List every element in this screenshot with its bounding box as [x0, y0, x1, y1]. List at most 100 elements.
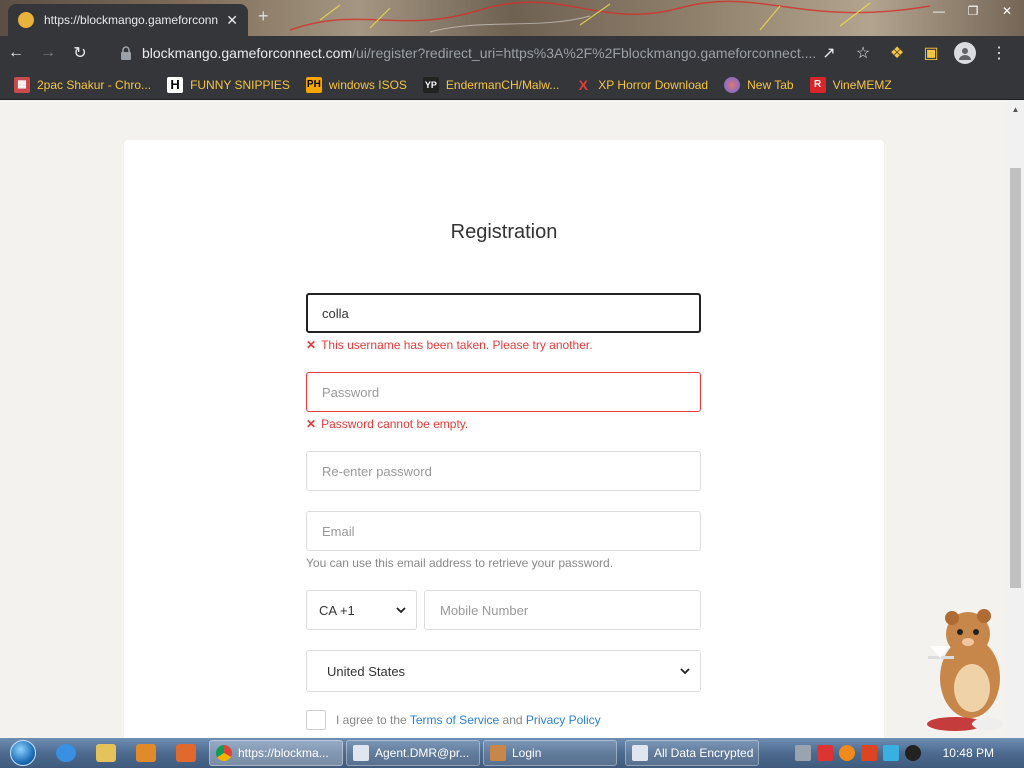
browser-tab[interactable]: https://blockmango.gameforconnect ✕ [8, 4, 248, 36]
bookmark-label: VineMEMZ [832, 77, 892, 92]
app-icon [176, 744, 196, 762]
network-icon[interactable] [794, 745, 811, 761]
start-button[interactable] [0, 738, 46, 768]
clock[interactable]: 10:48 PM [943, 746, 994, 760]
window-icon [353, 745, 369, 761]
reenter-password-input[interactable] [306, 451, 701, 491]
url-path: /ui/register?redirect_uri=https%3A%2F%2F… [352, 45, 817, 61]
country-select[interactable]: United States [306, 650, 701, 692]
bookmark-vinememz[interactable]: R VineMEMZ [809, 76, 892, 93]
search-app-icon[interactable] [838, 745, 855, 761]
error-x-icon: ✕ [306, 417, 317, 431]
url-host: blockmango.gameforconnect.com [142, 45, 353, 61]
agree-prefix: I agree to the [336, 713, 407, 727]
scroll-thumb[interactable] [1010, 168, 1021, 588]
terms-of-service-link[interactable]: Terms of Service [410, 713, 499, 727]
bookmark-label: 2pac Shakur - Chro... [37, 77, 152, 92]
country-code-value: CA +1 [319, 602, 355, 618]
bookmark-2pac[interactable]: ▦ 2pac Shakur - Chro... [14, 76, 152, 93]
password-error-text: Password cannot be empty. [321, 417, 469, 431]
yp-logo-icon: YP [422, 76, 439, 93]
email-hint: You can use this email address to retrie… [306, 556, 614, 570]
menu-kebab-icon[interactable]: ⋮ [984, 37, 1014, 69]
reload-icon[interactable]: ↻ [64, 37, 96, 69]
task-encrypted[interactable]: All Data Encrypted [625, 740, 759, 766]
windows-logo-icon [10, 740, 36, 766]
page-title: Registration [450, 221, 558, 243]
bookmark-new-tab[interactable]: New Tab [724, 76, 794, 93]
system-tray: 10:48 PM [794, 738, 1024, 768]
hamster-mascot-icon [927, 609, 1004, 731]
agree-and: and [502, 713, 523, 727]
task-label: All Data Encrypted [654, 746, 754, 760]
window-icon [632, 745, 648, 761]
internet-explorer-icon [56, 744, 76, 762]
page-viewport: Registration ✕ This username has been ta… [0, 101, 1024, 738]
task-login[interactable]: Login [483, 740, 617, 766]
new-tab-button[interactable]: + [258, 6, 269, 27]
bookmark-label: EndermanCH/Malw... [445, 77, 560, 92]
media-player-icon [136, 744, 156, 762]
close-window-icon[interactable]: ✕ [990, 0, 1024, 22]
bookmark-funny-snippies[interactable]: H FUNNY SNIPPIES [167, 76, 290, 93]
username-input[interactable] [306, 293, 701, 333]
url-text: blockmango.gameforconnect.com/ui/registe… [142, 45, 816, 61]
error-x-icon: ✕ [306, 338, 317, 352]
profile-button[interactable] [950, 37, 980, 69]
minimize-icon[interactable]: — [922, 0, 956, 22]
chrome-icon [216, 745, 232, 761]
bookmark-label: XP Horror Download [598, 77, 709, 92]
flag-icon[interactable] [860, 745, 877, 761]
bookmark-label: New Tab [747, 77, 794, 92]
pinned-ie[interactable] [46, 738, 86, 768]
window-controls: — ❐ ✕ [922, 0, 1024, 22]
address-bar[interactable]: blockmango.gameforconnect.com/ui/registe… [108, 39, 823, 67]
back-arrow-icon[interactable]: ← [0, 37, 32, 69]
username-error-text: This username has been taken. Please try… [321, 338, 593, 352]
registration-card: Registration ✕ This username has been ta… [124, 140, 884, 738]
theme-artwork [289, 0, 931, 33]
bookmark-label: FUNNY SNIPPIES [190, 77, 290, 92]
task-chrome[interactable]: https://blockma... [209, 740, 343, 766]
task-label: Agent.DMR@pr... [375, 746, 470, 760]
pinned-media[interactable] [126, 738, 166, 768]
lock-icon [121, 46, 131, 60]
password-input[interactable] [306, 372, 701, 412]
bookmark-endermanch[interactable]: YP EndermanCH/Malw... [422, 76, 560, 93]
page-scrollbar[interactable]: ▲ [1007, 101, 1024, 738]
bookmark-xp-horror[interactable]: X XP Horror Download [575, 77, 709, 93]
v-app-icon[interactable] [816, 745, 833, 761]
display-icon[interactable] [882, 745, 899, 761]
privacy-policy-link[interactable]: Privacy Policy [526, 713, 601, 727]
task-agent[interactable]: Agent.DMR@pr... [346, 740, 480, 766]
speaker-icon[interactable] [904, 745, 921, 761]
email-input[interactable] [306, 511, 701, 551]
forward-arrow-icon[interactable]: → [32, 37, 64, 69]
r-logo-icon: R [809, 76, 826, 93]
windows-taskbar: https://blockma... Agent.DMR@pr... Login… [0, 738, 1024, 768]
share-icon[interactable]: ↗ [814, 37, 844, 69]
side-panel-icon[interactable]: ▣ [916, 37, 946, 69]
browser-toolbar: ← → ↻ blockmango.gameforconnect.com/ui/r… [0, 36, 1024, 70]
pinned-explorer[interactable] [86, 738, 126, 768]
folder-icon [96, 744, 116, 762]
mobile-number-input[interactable] [424, 590, 701, 630]
bookmark-label: windows ISOS [328, 77, 407, 92]
tab-close-icon[interactable]: ✕ [226, 12, 238, 29]
bookmark-windows-isos[interactable]: PH windows ISOS [305, 76, 407, 93]
restore-icon[interactable]: ❐ [956, 0, 990, 22]
tab-title: https://blockmango.gameforconnect [44, 13, 219, 27]
bookmarks-bar: ▦ 2pac Shakur - Chro... H FUNNY SNIPPIES… [0, 70, 1024, 100]
bookmark-icon: ▦ [14, 76, 30, 93]
country-code-select[interactable]: CA +1 [306, 590, 417, 630]
ph-logo-icon: PH [305, 76, 322, 93]
task-label: Login [512, 746, 542, 760]
scroll-up-icon[interactable]: ▲ [1007, 101, 1024, 118]
agree-checkbox[interactable] [306, 710, 326, 730]
pinned-app[interactable] [166, 738, 206, 768]
chevron-down-icon [396, 607, 406, 614]
tab-strip: https://blockmango.gameforconnect ✕ + — … [0, 0, 1024, 36]
toolbar-actions: ↗ ☆ ❖ ▣ ⋮ [814, 36, 1014, 70]
extensions-puzzle-icon[interactable]: ❖ [882, 37, 912, 69]
bookmark-star-icon[interactable]: ☆ [848, 37, 878, 69]
